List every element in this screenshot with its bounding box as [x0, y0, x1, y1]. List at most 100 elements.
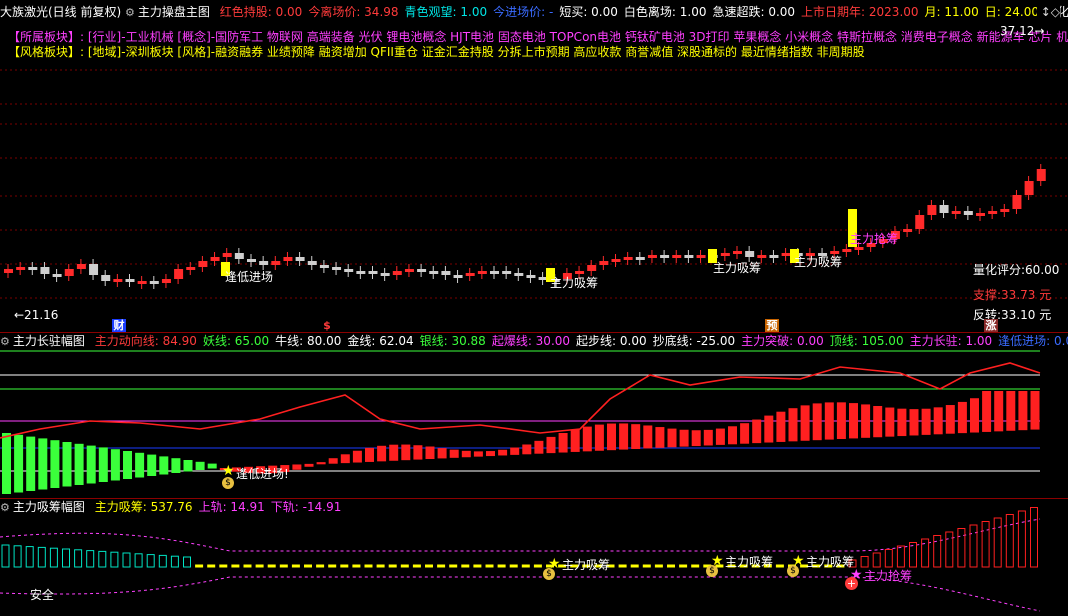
- candle: [623, 257, 633, 260]
- candle: [733, 251, 742, 254]
- absorb-bar: [449, 564, 458, 568]
- candle: [307, 261, 317, 265]
- histogram-bar: [340, 454, 350, 464]
- candle: [502, 271, 512, 274]
- candle: [720, 253, 730, 256]
- candle: [453, 275, 463, 278]
- absorb-bar: [679, 564, 688, 568]
- histogram-bar: [110, 449, 120, 481]
- absorb-bar: [933, 535, 942, 568]
- absorb-bar: [304, 564, 312, 568]
- candle: [247, 259, 256, 262]
- long-term-panel[interactable]: [0, 333, 1068, 498]
- candle: [174, 269, 184, 279]
- moneybag-icon: $: [706, 565, 718, 577]
- absorb-bar: [775, 564, 784, 568]
- candle: [40, 267, 50, 274]
- candle: [28, 267, 38, 270]
- absorb-bar: [37, 546, 46, 568]
- histogram-bar: [304, 463, 314, 467]
- histogram-bar: [486, 451, 495, 457]
- histogram-bar: [425, 446, 435, 459]
- candle: [477, 271, 487, 274]
- absorb-bar: [98, 550, 107, 568]
- histogram-bar: [473, 451, 483, 457]
- candle: [951, 211, 961, 214]
- absorb-bar: [183, 556, 191, 568]
- histogram-bar: [728, 426, 737, 445]
- candle: [222, 253, 232, 257]
- absorb-label-1: 主力吸筹: [550, 276, 599, 290]
- panel2-signal: 逢低进场!: [236, 467, 289, 481]
- candle: [587, 265, 597, 271]
- candle: [963, 211, 973, 215]
- absorb-bar: [376, 564, 385, 568]
- histogram-bar: [14, 434, 24, 493]
- histogram-bar: [62, 442, 72, 487]
- candle: [283, 257, 293, 261]
- histogram-bar: [147, 454, 157, 476]
- candle: [441, 271, 451, 275]
- histogram-bar: [98, 447, 108, 482]
- absorb-bar: [134, 553, 143, 568]
- absorb-bar: [654, 564, 663, 568]
- absorb-bar: [981, 521, 990, 568]
- histogram-bar: [885, 407, 895, 437]
- histogram-bar: [171, 458, 181, 473]
- candle: [380, 273, 390, 276]
- limit-up-marker[interactable]: 涨: [984, 319, 998, 332]
- histogram-bar: [703, 429, 713, 446]
- histogram-bar: [594, 424, 604, 451]
- absorb-bar: [896, 545, 905, 568]
- candle: [854, 247, 864, 250]
- histogram-bar: [1006, 391, 1016, 431]
- candle: [988, 211, 998, 214]
- absorb-bar: [207, 564, 216, 568]
- histogram-bar: [873, 406, 883, 438]
- histogram-bar: [461, 450, 471, 458]
- absorb-bar: [993, 517, 1002, 568]
- absorb-bar: [1, 544, 10, 568]
- p3-grab: 主力抢筹: [864, 569, 913, 583]
- absorb-bar: [255, 564, 264, 568]
- histogram-bar: [546, 436, 556, 454]
- absorb-bar: [352, 564, 361, 568]
- absorb-bar: [1030, 507, 1038, 568]
- histogram-bar: [195, 461, 205, 470]
- absorb-bar: [969, 524, 978, 568]
- candle: [417, 269, 427, 272]
- histogram-bar: [498, 449, 508, 456]
- histogram-bar: [26, 436, 36, 491]
- forecast-marker[interactable]: 预: [765, 319, 779, 332]
- histogram-bar: [776, 411, 786, 442]
- histogram-bar: [570, 429, 580, 452]
- candle: [404, 269, 414, 272]
- histogram-bar: [824, 402, 834, 440]
- dividend-marker[interactable]: $: [320, 319, 334, 332]
- moneybag-icon: $: [222, 477, 234, 489]
- histogram-bar: [377, 445, 387, 462]
- candle: [271, 261, 281, 265]
- moneybag-icon: $: [787, 565, 799, 577]
- candle: [1012, 195, 1022, 209]
- candle: [842, 249, 852, 252]
- candle: [526, 275, 536, 278]
- absorb-bar: [630, 564, 639, 568]
- absorb-panel[interactable]: [0, 499, 1068, 616]
- absorb-bar: [328, 564, 337, 568]
- histogram-bar: [510, 447, 520, 455]
- absorb-bar: [122, 552, 131, 568]
- candle: [161, 279, 171, 283]
- p3-absorb-3: 主力吸筹: [806, 555, 855, 569]
- histogram-bar: [183, 460, 193, 472]
- absorb-bar: [860, 556, 869, 568]
- absorb-bar: [1017, 510, 1026, 568]
- absorb-bar: [957, 528, 966, 568]
- candle: [611, 259, 621, 262]
- finance-marker[interactable]: 财: [112, 319, 126, 332]
- price-chart[interactable]: [0, 0, 1068, 332]
- histogram-bar: [437, 448, 447, 459]
- plus-circle-icon: +: [845, 577, 858, 590]
- candle: [939, 205, 949, 213]
- histogram-bar: [752, 419, 762, 444]
